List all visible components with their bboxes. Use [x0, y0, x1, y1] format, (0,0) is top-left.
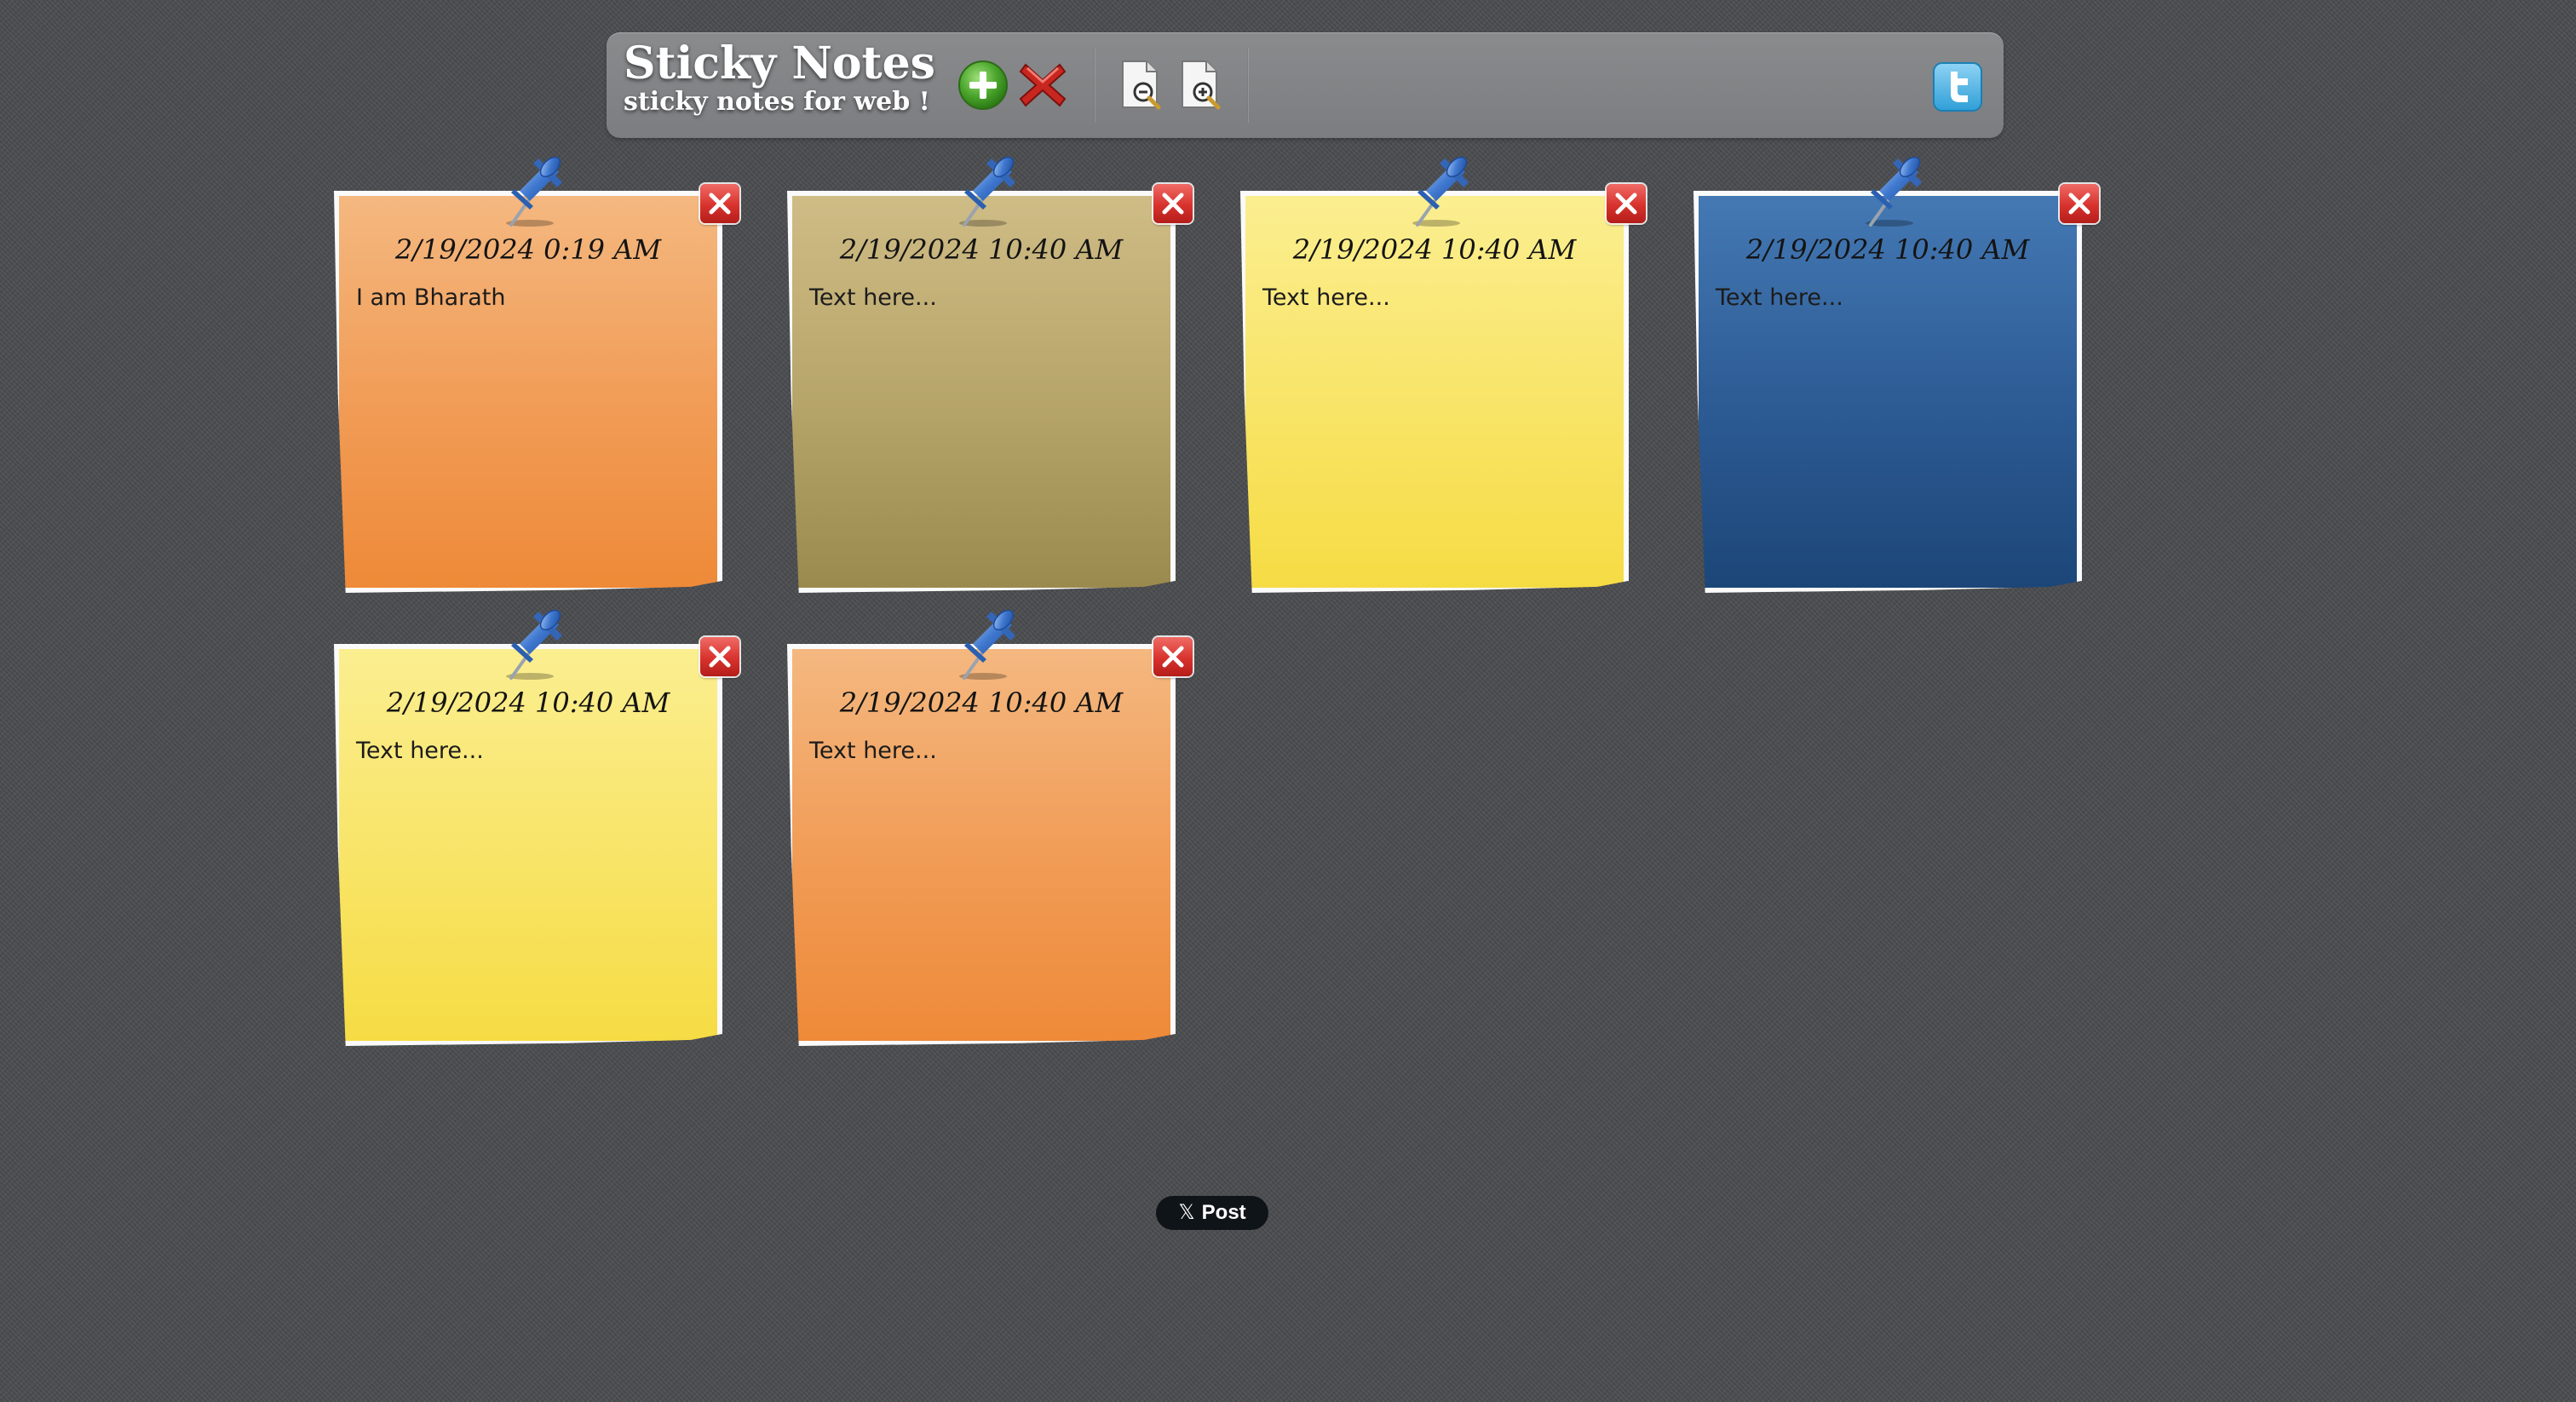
toolbar-separator [1094, 48, 1095, 123]
delete-note-button[interactable] [1153, 637, 1193, 676]
pushpin-icon [1866, 156, 1922, 227]
document-zoom-out-icon [1122, 60, 1161, 110]
pushpin-icon [1412, 156, 1469, 227]
delete-note-button[interactable] [700, 637, 739, 676]
note-date: 2/19/2024 10:40 AM [1745, 233, 2030, 266]
post-button[interactable]: 𝕏 Post [1156, 1196, 1268, 1230]
sticky-note[interactable]: 2/19/2024 10:40 AM Text here... [787, 156, 1193, 600]
app-subtitle: sticky notes for web ! [624, 87, 930, 117]
header-toolbar: Sticky Notes sticky notes for web ! [607, 32, 2004, 138]
red-x-icon [1019, 63, 1067, 107]
pushpin-icon [959, 156, 1015, 227]
note-card[interactable]: 2/19/2024 10:40 AM Text here... [787, 644, 1176, 1046]
document-zoom-in-icon [1182, 60, 1221, 110]
close-icon [709, 192, 731, 215]
post-button-label: Post [1201, 1201, 1246, 1224]
note-date: 2/19/2024 10:40 AM [839, 233, 1124, 266]
note-date: 2/19/2024 10:40 AM [386, 687, 670, 719]
note-date: 2/19/2024 0:19 AM [394, 233, 662, 266]
note-card[interactable]: 2/19/2024 0:19 AM I am Bharath [334, 191, 722, 593]
delete-note-button[interactable] [2060, 184, 2099, 223]
app-title: Sticky Notes [624, 37, 935, 89]
note-text[interactable]: Text here... [1262, 284, 1390, 311]
close-icon [709, 646, 731, 668]
note-card[interactable]: 2/19/2024 10:40 AM Text here... [334, 644, 722, 1046]
zoom-in-button[interactable] [1172, 58, 1227, 112]
sticky-note[interactable]: 2/19/2024 10:40 AM Text here... [1240, 156, 1646, 600]
twitter-icon [1933, 62, 1982, 112]
add-note-button[interactable] [956, 58, 1010, 112]
note-text[interactable]: Text here... [356, 738, 484, 764]
note-card[interactable]: 2/19/2024 10:40 AM Text here... [787, 191, 1176, 593]
close-icon [1162, 192, 1184, 215]
sticky-note[interactable]: 2/19/2024 10:40 AM Text here... [1693, 156, 2099, 600]
close-icon [2068, 192, 2090, 215]
sticky-note[interactable]: 2/19/2024 0:19 AM I am Bharath [334, 156, 739, 600]
toolbar-separator [1247, 48, 1249, 123]
zoom-out-button[interactable] [1113, 58, 1167, 112]
close-icon [1162, 646, 1184, 668]
note-date: 2/19/2024 10:40 AM [839, 687, 1124, 719]
sticky-note[interactable]: 2/19/2024 10:40 AM Text here... [787, 609, 1193, 1053]
delete-note-button[interactable] [700, 184, 739, 223]
twitter-button[interactable] [1932, 61, 1983, 112]
pushpin-icon [506, 156, 562, 227]
note-text[interactable]: Text here... [809, 284, 937, 311]
delete-note-button[interactable] [1607, 184, 1646, 223]
x-logo-icon: 𝕏 [1178, 1201, 1195, 1224]
sticky-note[interactable]: 2/19/2024 10:40 AM Text here... [334, 609, 739, 1053]
note-card[interactable]: 2/19/2024 10:40 AM Text here... [1240, 191, 1629, 593]
note-card[interactable]: 2/19/2024 10:40 AM Text here... [1693, 191, 2082, 593]
pushpin-icon [959, 609, 1015, 680]
note-text[interactable]: Text here... [809, 738, 937, 764]
note-date: 2/19/2024 10:40 AM [1292, 233, 1577, 266]
delete-note-button[interactable] [1153, 184, 1193, 223]
plus-circle-icon [958, 60, 1008, 110]
delete-all-button[interactable] [1015, 58, 1070, 112]
note-text[interactable]: Text here... [1716, 284, 1843, 311]
close-icon [1615, 192, 1637, 215]
pushpin-icon [506, 609, 562, 680]
note-text[interactable]: I am Bharath [356, 284, 506, 311]
